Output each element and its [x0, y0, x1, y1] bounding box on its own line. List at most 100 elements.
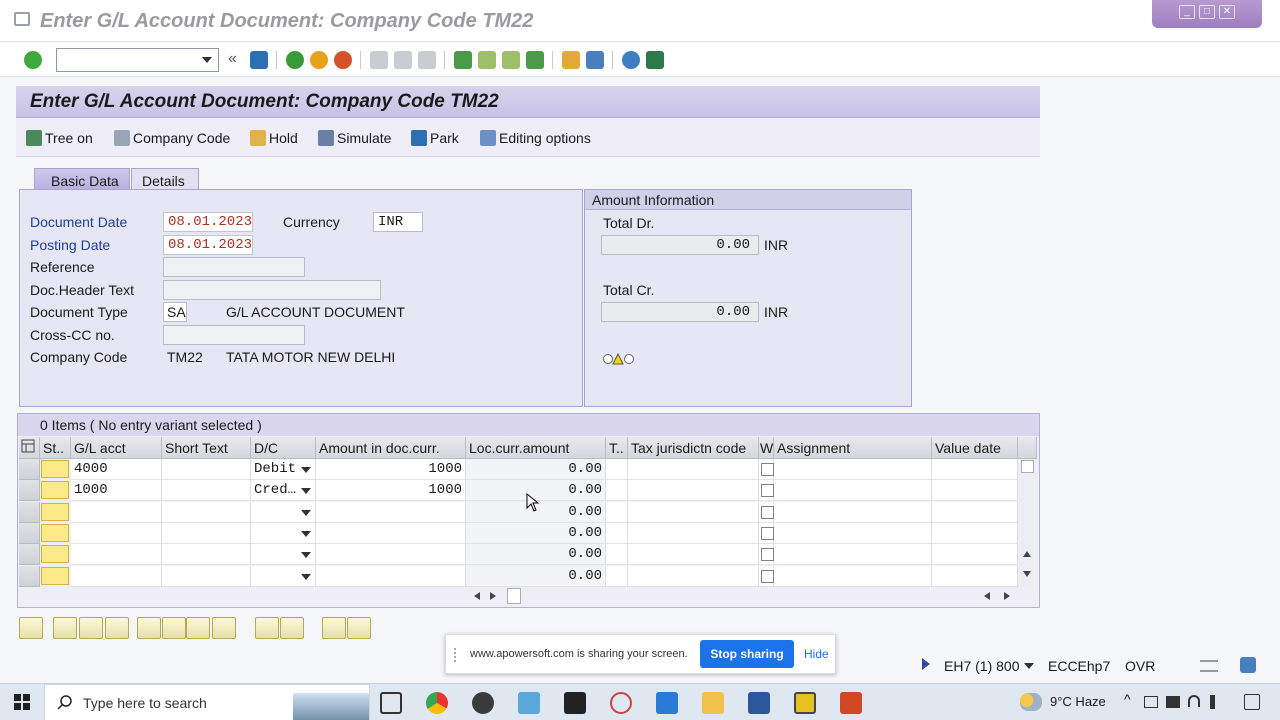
checkbox[interactable] — [761, 569, 774, 583]
checkbox[interactable] — [761, 505, 774, 519]
filter-button[interactable] — [347, 617, 371, 639]
debit-credit-cell[interactable] — [251, 522, 316, 544]
copy-button[interactable] — [255, 617, 279, 639]
assignment-cell[interactable] — [774, 522, 932, 544]
row-selector[interactable] — [19, 459, 40, 480]
first-page-icon[interactable] — [454, 51, 472, 69]
amount-doc-cell[interactable]: 1000 — [316, 459, 466, 480]
command-field[interactable] — [56, 48, 219, 72]
gl-account-cell[interactable]: 4000 — [71, 459, 162, 480]
table-settings-icon[interactable] — [19, 437, 40, 459]
tray-app-icon[interactable] — [1144, 696, 1158, 708]
amount-doc-cell[interactable] — [316, 501, 466, 523]
chevron-down-icon[interactable] — [301, 488, 311, 495]
tree-on-button[interactable]: Tree on — [26, 130, 93, 146]
remote-desktop-icon[interactable] — [656, 692, 678, 714]
taskbar-search-box[interactable]: Type here to search — [44, 684, 370, 720]
short-text-cell[interactable] — [162, 565, 251, 587]
debit-credit-cell[interactable] — [251, 565, 316, 587]
col-assignment[interactable]: Assignment — [774, 437, 932, 459]
tax-jurisdiction-cell[interactable] — [628, 522, 759, 544]
tax-code-cell[interactable] — [606, 522, 628, 544]
short-text-cell[interactable] — [162, 501, 251, 523]
volume-icon[interactable] — [1210, 695, 1224, 709]
previous-page-icon[interactable] — [478, 51, 496, 69]
print-icon[interactable] — [370, 51, 388, 69]
tax-jurisdiction-cell[interactable] — [628, 565, 759, 587]
assignment-cell[interactable] — [774, 565, 932, 587]
scroll-left-icon[interactable] — [474, 592, 480, 600]
chevron-down-icon[interactable] — [301, 467, 311, 473]
company-code-button[interactable]: Company Code — [114, 130, 230, 146]
col-tax[interactable]: T.. — [606, 437, 628, 459]
editing-options-button[interactable]: Editing options — [480, 130, 591, 146]
deselect-all-button[interactable] — [79, 617, 103, 639]
status-expand-icon[interactable] — [922, 658, 930, 670]
save-icon[interactable] — [250, 51, 268, 69]
horizontal-scrollbar[interactable] — [466, 588, 1020, 604]
chrome-icon[interactable] — [426, 692, 448, 714]
stop-sharing-button[interactable]: Stop sharing — [700, 640, 794, 668]
minimize-icon[interactable]: _ — [1179, 5, 1195, 19]
cancel-icon[interactable] — [334, 51, 352, 69]
maximize-icon[interactable]: □ — [1199, 5, 1215, 19]
snipping-tool-icon[interactable] — [610, 692, 632, 714]
scroll-left-end-icon[interactable] — [984, 592, 990, 600]
find-icon[interactable] — [394, 51, 412, 69]
tax-code-cell[interactable] — [606, 544, 628, 566]
chevron-down-icon[interactable] — [301, 530, 311, 537]
table-row[interactable]: 0.00 — [19, 565, 1018, 587]
layout-menu-icon[interactable] — [646, 51, 664, 69]
debit-credit-cell[interactable]: Cred… — [251, 480, 316, 502]
chevron-down-icon[interactable] — [301, 509, 311, 516]
sap-logon-icon[interactable] — [794, 692, 816, 714]
settings-gear-icon[interactable] — [472, 692, 494, 714]
collapse-icon[interactable]: « — [228, 50, 237, 68]
delete-row-button[interactable] — [212, 617, 236, 639]
scroll-right-end-icon[interactable] — [1004, 592, 1010, 600]
chevron-down-icon[interactable] — [202, 57, 212, 63]
back-icon[interactable] — [286, 51, 304, 69]
enter-icon[interactable] — [24, 51, 42, 69]
hold-button[interactable]: Hold — [250, 130, 298, 146]
last-page-icon[interactable] — [526, 51, 544, 69]
app-menu-icon[interactable] — [14, 12, 30, 26]
tax-code-cell[interactable] — [606, 459, 628, 480]
append-row-button[interactable] — [162, 617, 186, 639]
row-selector[interactable] — [19, 501, 40, 523]
gl-account-cell[interactable]: 1000 — [71, 480, 162, 502]
details-button[interactable] — [19, 617, 43, 639]
row-selector[interactable] — [19, 565, 40, 587]
new-session-icon[interactable] — [562, 51, 580, 69]
gl-account-cell[interactable] — [71, 565, 162, 587]
column-chooser-icon[interactable] — [1018, 437, 1037, 459]
tax-jurisdiction-cell[interactable] — [628, 501, 759, 523]
col-loc-amount[interactable]: Loc.curr.amount — [466, 437, 606, 459]
tax-jurisdiction-cell[interactable] — [628, 459, 759, 480]
help-icon[interactable] — [622, 51, 640, 69]
debit-credit-cell[interactable]: Debit — [251, 459, 316, 480]
table-row[interactable]: 0.00 — [19, 544, 1018, 566]
col-tax-jurisdiction[interactable]: Tax jurisdictn code — [628, 437, 759, 459]
table-row[interactable]: 0.00 — [19, 501, 1018, 523]
row-selector[interactable] — [19, 544, 40, 566]
checkbox[interactable] — [761, 526, 774, 540]
reference-field[interactable] — [163, 257, 305, 277]
table-row[interactable]: 1000 Cred… 1000 0.00 — [19, 480, 1018, 502]
row-selector[interactable] — [19, 480, 40, 502]
sticky-notes-icon[interactable] — [564, 692, 586, 714]
value-date-cell[interactable] — [932, 480, 1018, 502]
lock-icon[interactable] — [1240, 657, 1256, 673]
col-value-date[interactable]: Value date — [932, 437, 1018, 459]
tab-details[interactable]: Details — [131, 168, 199, 190]
currency-field[interactable]: INR — [373, 212, 423, 232]
shortcut-icon[interactable] — [586, 51, 604, 69]
sort-button[interactable] — [322, 617, 346, 639]
doc-header-text-field[interactable] — [163, 280, 381, 300]
col-amount-doc[interactable]: Amount in doc.curr. — [316, 437, 466, 459]
tax-code-cell[interactable] — [606, 501, 628, 523]
find-next-icon[interactable] — [418, 51, 436, 69]
checkbox[interactable] — [761, 548, 774, 562]
vertical-scrollbar[interactable] — [1019, 459, 1036, 587]
checkbox[interactable] — [761, 484, 774, 498]
